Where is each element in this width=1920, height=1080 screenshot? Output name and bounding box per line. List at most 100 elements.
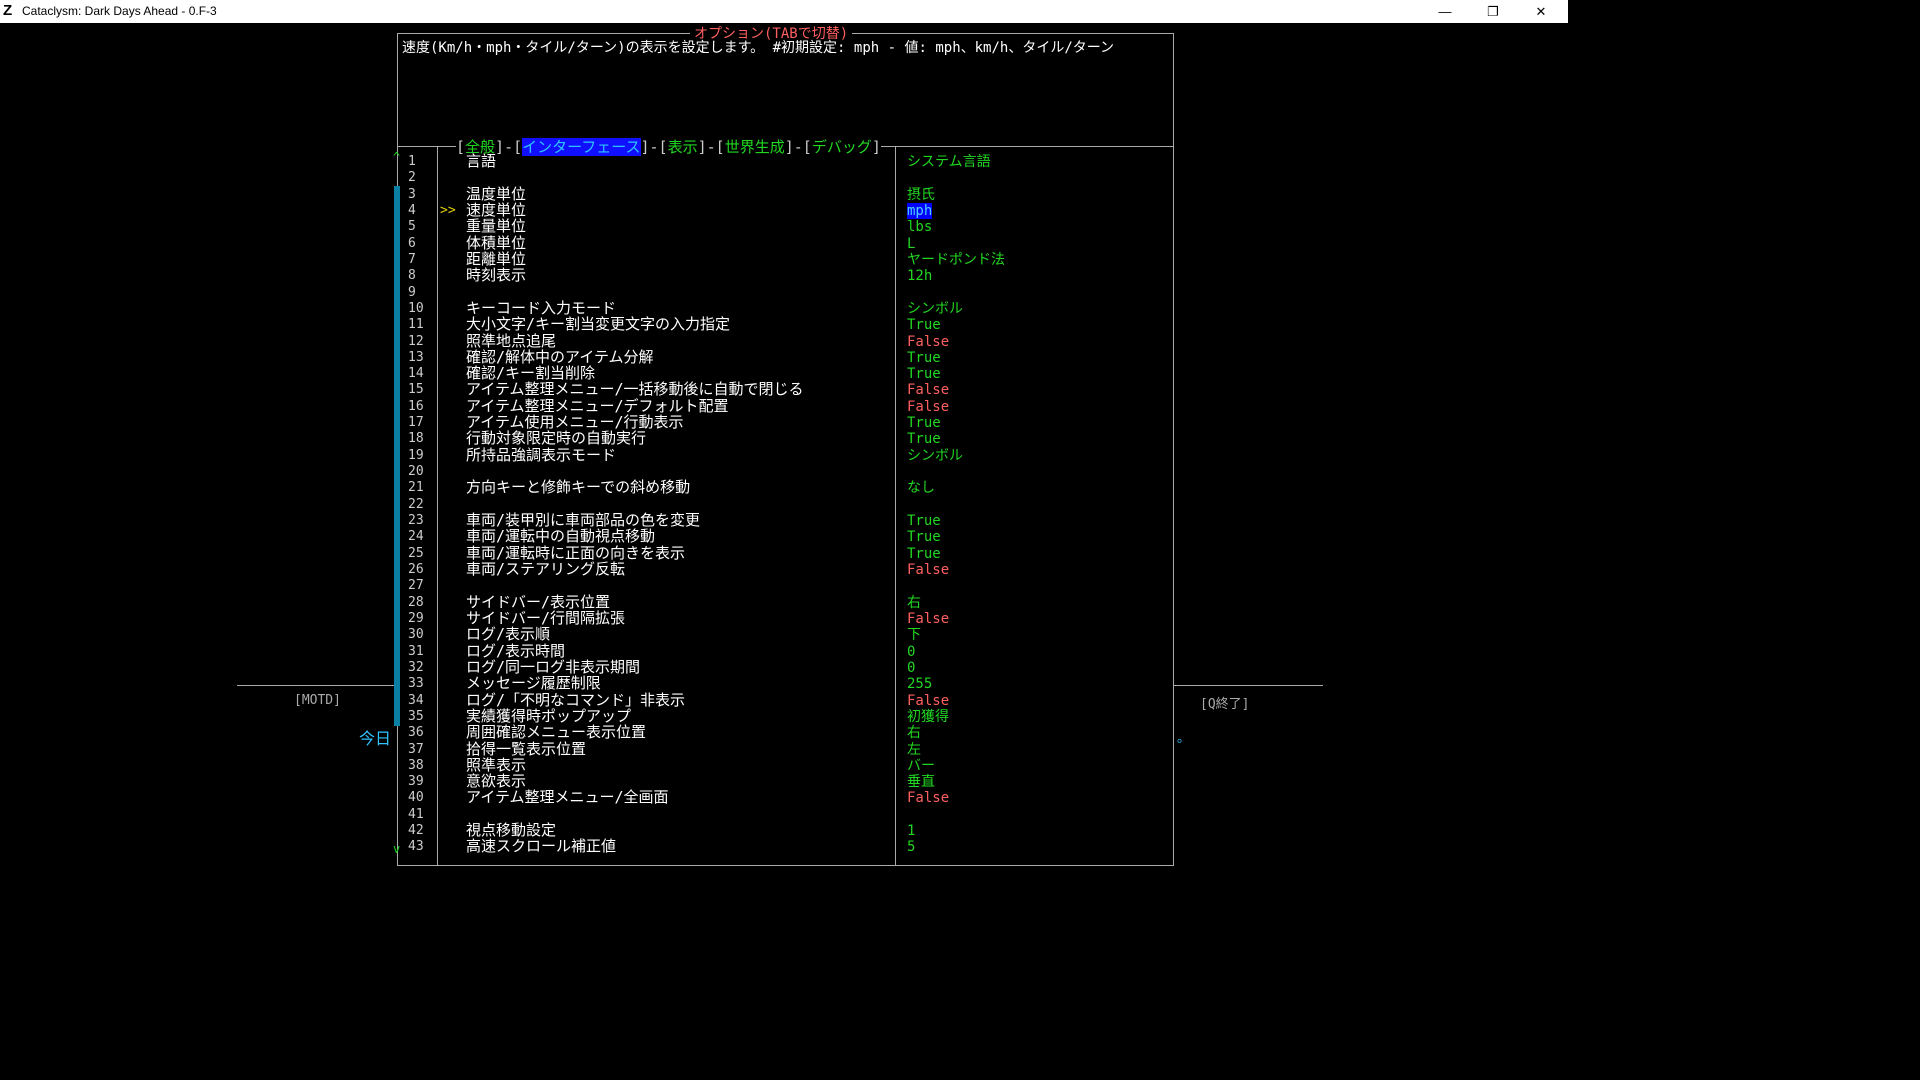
option-value[interactable]: False (907, 562, 949, 578)
option-value[interactable]: 右 (907, 725, 921, 741)
option-label[interactable]: 意欲表示 (466, 773, 526, 789)
option-value[interactable]: システム言語 (907, 154, 991, 170)
option-label[interactable]: アイテム整理メニュー/一括移動後に自動で閉じる (466, 381, 804, 397)
option-value[interactable]: True (907, 546, 941, 562)
option-label[interactable]: 車両/運転中の自動視点移動 (466, 528, 655, 544)
option-label[interactable]: 確認/キー割当削除 (466, 365, 595, 381)
option-label[interactable]: 行動対象限定時の自動実行 (466, 430, 646, 446)
option-value[interactable]: True (907, 317, 941, 333)
option-row-number: 11 (408, 317, 424, 332)
option-value[interactable]: mph (907, 203, 933, 219)
option-value[interactable]: False (907, 790, 949, 806)
option-label[interactable]: 方向キーと修飾キーでの斜め移動 (466, 479, 690, 495)
option-label[interactable]: 体積単位 (466, 235, 526, 251)
option-row-number: 25 (408, 546, 424, 561)
option-label[interactable]: メッセージ履歴制限 (466, 675, 601, 691)
option-label[interactable]: アイテム使用メニュー/行動表示 (466, 414, 684, 430)
option-value[interactable]: 0 (907, 644, 915, 660)
minimize-button[interactable]: — (1422, 0, 1468, 23)
option-value[interactable]: True (907, 431, 941, 447)
option-row-number: 35 (408, 709, 424, 724)
restore-button[interactable]: ❐ (1470, 0, 1516, 23)
tab-world-generation[interactable]: 世界生成 (725, 138, 785, 156)
option-value[interactable]: False (907, 382, 949, 398)
option-value[interactable]: False (907, 611, 949, 627)
scroll-up-arrow[interactable]: ^ (393, 150, 400, 164)
option-label[interactable]: 距離単位 (466, 251, 526, 267)
option-label[interactable]: 車両/装甲別に車両部品の色を変更 (466, 512, 700, 528)
option-label[interactable]: 視点移動設定 (466, 822, 556, 838)
option-label[interactable]: ログ/「不明なコマンド」非表示 (466, 692, 685, 708)
option-value[interactable]: True (907, 350, 941, 366)
option-value[interactable]: 1 (907, 823, 915, 839)
option-label[interactable]: 速度単位 (466, 202, 526, 218)
option-label[interactable]: 確認/解体中のアイテム分解 (466, 349, 654, 365)
option-value[interactable]: lbs (907, 219, 932, 235)
option-value[interactable]: 255 (907, 676, 932, 692)
close-button[interactable]: ✕ (1518, 0, 1564, 23)
option-value[interactable]: 左 (907, 742, 921, 758)
option-value[interactable]: 12h (907, 268, 932, 284)
option-label[interactable]: 車両/運転時に正面の向きを表示 (466, 545, 685, 561)
option-value[interactable]: True (907, 529, 941, 545)
option-value[interactable]: 摂氏 (907, 187, 935, 203)
option-label[interactable]: 周囲確認メニュー表示位置 (466, 724, 646, 740)
option-row-number: 24 (408, 529, 424, 544)
option-row-number: 34 (408, 693, 424, 708)
option-value[interactable]: 垂直 (907, 774, 935, 790)
option-label[interactable]: アイテム整理メニュー/デフォルト配置 (466, 398, 729, 414)
option-value[interactable]: True (907, 415, 941, 431)
option-label[interactable]: サイドバー/表示位置 (466, 594, 610, 610)
option-value[interactable]: シンボル (907, 448, 963, 464)
selection-cursor: >> (440, 203, 456, 218)
option-value[interactable]: True (907, 513, 941, 529)
option-label[interactable]: キーコード入力モード (466, 300, 616, 316)
option-value[interactable]: なし (907, 480, 935, 496)
option-label[interactable]: サイドバー/行間隔拡張 (466, 610, 625, 626)
option-label[interactable]: 高速スクロール補正値 (466, 838, 616, 854)
option-label[interactable]: 温度単位 (466, 186, 526, 202)
option-row-number: 30 (408, 627, 424, 642)
option-label[interactable]: 照準表示 (466, 757, 526, 773)
option-label[interactable]: 車両/ステアリング反転 (466, 561, 625, 577)
tab-interface[interactable]: インターフェース (522, 138, 641, 156)
option-row-number: 22 (408, 497, 424, 512)
option-value[interactable]: バー (907, 758, 935, 774)
option-label[interactable]: 時刻表示 (466, 267, 526, 283)
option-label[interactable]: 実績獲得時ポップアップ (466, 708, 631, 724)
option-value[interactable]: False (907, 693, 949, 709)
option-value[interactable]: 初獲得 (907, 709, 949, 725)
option-value[interactable]: シンボル (907, 301, 963, 317)
option-value[interactable]: 5 (907, 839, 915, 855)
option-label[interactable]: 所持品強調表示モード (466, 447, 616, 463)
tab-debug[interactable]: デバッグ (812, 138, 872, 156)
option-value[interactable]: 右 (907, 595, 921, 611)
motd-menu-item[interactable]: [MOTD] (294, 693, 341, 708)
option-label[interactable]: アイテム整理メニュー/全画面 (466, 789, 669, 805)
option-value[interactable]: True (907, 366, 941, 382)
option-row-number: 33 (408, 676, 424, 691)
option-value[interactable]: L (907, 236, 915, 252)
quit-menu-item[interactable]: [Q終了] (1200, 693, 1249, 712)
option-label[interactable]: 重量単位 (466, 218, 526, 234)
scroll-down-arrow[interactable]: v (393, 842, 400, 856)
option-row-number: 43 (408, 839, 424, 854)
option-value[interactable]: False (907, 399, 949, 415)
option-value[interactable]: 下 (907, 627, 921, 643)
scrollbar-thumb[interactable] (394, 186, 400, 726)
option-label[interactable]: 大小文字/キー割当変更文字の入力指定 (466, 316, 730, 332)
option-value[interactable]: ヤードポンド法 (907, 252, 1005, 268)
option-label[interactable]: ログ/同一ログ非表示期間 (466, 659, 640, 675)
option-label[interactable]: 言語 (466, 153, 496, 169)
tab-display[interactable]: 表示 (668, 138, 698, 156)
dot-mark: 。 (1177, 731, 1191, 746)
option-label[interactable]: ログ/表示時間 (466, 643, 565, 659)
option-value[interactable]: 0 (907, 660, 915, 676)
app-icon: Z (3, 2, 13, 19)
main-menu-divider-left (237, 685, 395, 686)
option-label[interactable]: ログ/表示順 (466, 626, 550, 642)
option-label[interactable]: 拾得一覧表示位置 (466, 741, 586, 757)
option-label[interactable]: 照準地点追尾 (466, 333, 556, 349)
option-value[interactable]: False (907, 334, 949, 350)
window-title: Cataclysm: Dark Days Ahead - 0.F-3 (22, 4, 217, 18)
